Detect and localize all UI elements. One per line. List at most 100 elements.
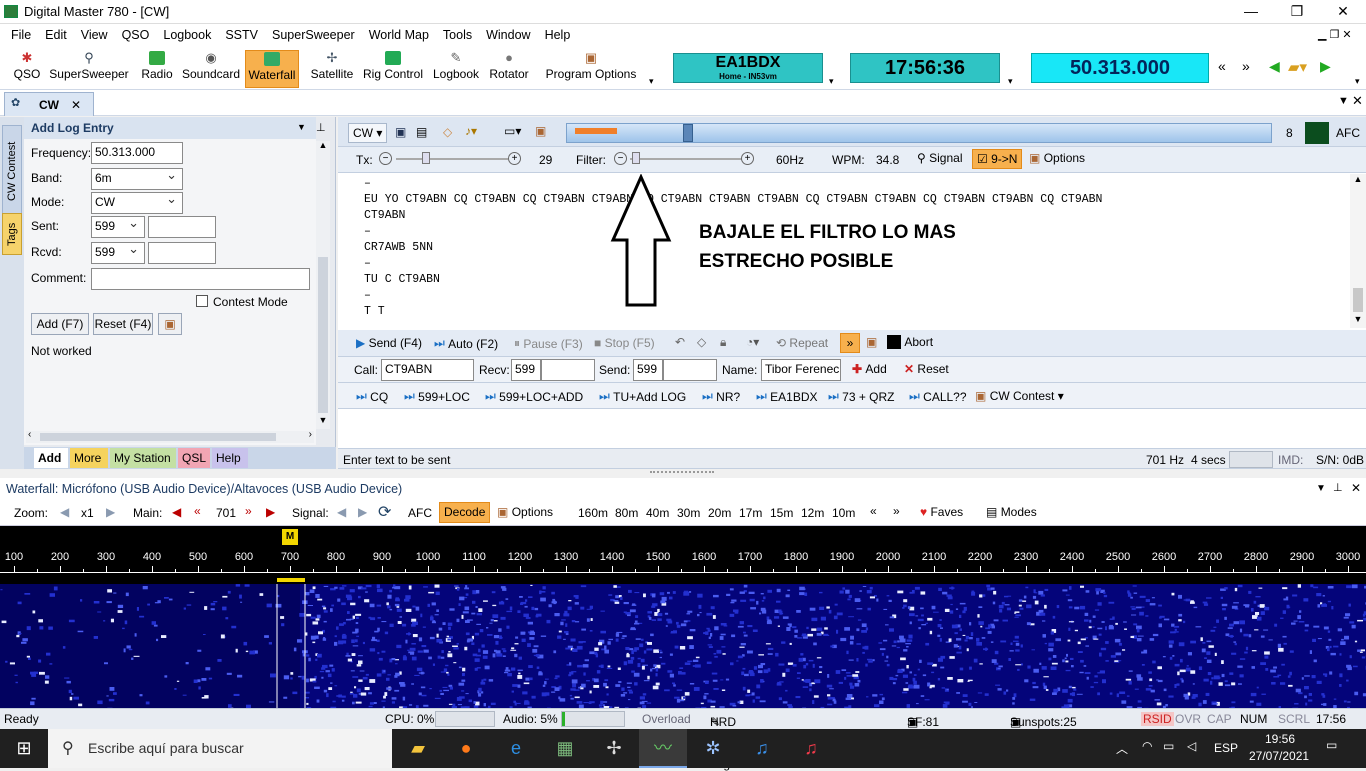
bell-icon[interactable]: ♪▾ xyxy=(465,124,477,138)
sync-icon[interactable]: ⟳ xyxy=(378,502,391,522)
panel-dropdown-icon[interactable]: ▼ xyxy=(297,122,306,132)
toolbar-end-overflow-icon[interactable]: ▾ xyxy=(1355,76,1360,87)
minimize-button[interactable]: — xyxy=(1228,0,1274,24)
menu-world-map[interactable]: World Map xyxy=(362,24,436,46)
filter-minus-icon[interactable]: − xyxy=(614,152,627,165)
rig-control-button[interactable]: Rig Control xyxy=(361,50,425,88)
itunes-icon[interactable]: ♫ xyxy=(787,729,835,768)
band-12m[interactable]: 12m xyxy=(801,506,824,520)
freq-next-icon[interactable]: ▶ xyxy=(1320,58,1331,75)
macro-cq[interactable]: ⏭ CQ xyxy=(356,389,388,404)
tx-plus-icon[interactable]: + xyxy=(508,152,521,165)
tx-slider[interactable] xyxy=(396,158,508,160)
compass-app-icon[interactable]: ✲ xyxy=(689,729,737,768)
rx-vertical-scrollbar[interactable]: ▲ ▼ xyxy=(1350,174,1366,328)
band-80m[interactable]: 80m xyxy=(615,506,638,520)
band-select[interactable]: 6m xyxy=(91,168,183,190)
log-vertical-scrollbar[interactable]: ▲ ▼ xyxy=(316,141,330,429)
volume-icon[interactable]: ◁ xyxy=(1187,739,1196,753)
zoom-out-icon[interactable]: ◀ xyxy=(60,505,69,519)
folder-icon[interactable]: ▰▾ xyxy=(1288,58,1307,76)
band-next-icon[interactable]: » xyxy=(893,504,900,518)
reset-call-button[interactable]: ✕ Reset xyxy=(904,362,949,376)
radio-button[interactable]: Radio xyxy=(139,50,175,88)
eraser-icon[interactable]: ◇ xyxy=(443,125,452,139)
rcvd-rst-select[interactable]: 599 xyxy=(91,242,145,264)
band-10m[interactable]: 10m xyxy=(832,506,855,520)
nine-to-n-button[interactable]: ☑ 9->N xyxy=(972,149,1022,169)
band-30m[interactable]: 30m xyxy=(677,506,700,520)
macro-call[interactable]: ⏭ CALL?? xyxy=(909,389,967,404)
pin-icon[interactable]: ⊥ xyxy=(316,121,326,134)
signal-right-icon[interactable]: ▶ xyxy=(358,505,367,519)
tab-qsl[interactable]: QSL xyxy=(178,448,210,468)
frequency-scale[interactable]: M 10020030040050060070080090010001100120… xyxy=(0,526,1366,584)
wf-close-icon[interactable]: ✕ xyxy=(1351,481,1361,495)
tab-help[interactable]: Help xyxy=(212,448,248,468)
tab-my-station[interactable]: My Station xyxy=(110,448,176,468)
macro-73-qrz[interactable]: ⏭ 73 + QRZ xyxy=(828,389,895,404)
menu-qso[interactable]: QSO xyxy=(115,24,157,46)
window-layout-icon[interactable]: ▭▾ xyxy=(504,124,521,138)
marker-m[interactable]: M xyxy=(282,529,298,545)
wf-options-button[interactable]: ▣ Options xyxy=(497,505,553,519)
rsid-status[interactable]: RSID xyxy=(1141,712,1174,726)
recv-extra-field[interactable] xyxy=(541,359,595,381)
menu-view[interactable]: View xyxy=(74,24,115,46)
repeat-button[interactable]: ⟲ Repeat xyxy=(776,336,828,350)
digital-master-app-icon[interactable]: 〰 xyxy=(639,729,687,768)
band-40m[interactable]: 40m xyxy=(646,506,669,520)
freq-prev-icon[interactable]: ◀ xyxy=(1269,58,1280,75)
send-extra-field[interactable] xyxy=(663,359,717,381)
faves-button[interactable]: ♥ Faves xyxy=(920,505,963,519)
contest-mode-checkbox[interactable] xyxy=(196,295,208,307)
sent-extra-field[interactable] xyxy=(148,216,216,238)
main-step-left-icon[interactable]: ◀ xyxy=(172,505,181,519)
macro-ea1bdx[interactable]: ⏭ EA1BDX xyxy=(756,389,818,404)
zoom-in-icon[interactable]: ▶ xyxy=(106,505,115,519)
menu-window[interactable]: Window xyxy=(479,24,537,46)
add-call-button[interactable]: ✚ Add xyxy=(852,362,887,376)
logbook-button[interactable]: ✎Logbook xyxy=(430,50,482,88)
cw-contest-dropdown[interactable]: ▣ CW Contest ▾ xyxy=(975,389,1064,403)
satellite-button[interactable]: ✢Satellite xyxy=(309,50,355,88)
frequency-field[interactable]: 50.313.000 xyxy=(91,142,183,164)
abort-button[interactable]: Abort xyxy=(887,335,933,349)
mdi-controls[interactable]: ▁ ❐ ✕ xyxy=(1318,28,1352,41)
side-tab-cw-contest[interactable]: CW Contest xyxy=(2,125,22,217)
network-icon[interactable]: ◠ xyxy=(1142,739,1152,753)
music-app-icon[interactable]: ♫ xyxy=(738,729,786,768)
tab-list-icon[interactable]: ▼ xyxy=(1338,95,1349,107)
add-log-button[interactable]: Add (F7) xyxy=(31,313,89,335)
decode-button[interactable]: Decode xyxy=(439,502,490,523)
rcvd-extra-field[interactable] xyxy=(148,242,216,264)
mode-select[interactable]: CW xyxy=(91,192,183,214)
forward-icon[interactable]: » xyxy=(840,333,860,353)
satellite-app-icon[interactable]: ✢ xyxy=(590,729,638,768)
close-button[interactable]: ✕ xyxy=(1320,0,1366,24)
recv-field[interactable]: 599 xyxy=(511,359,541,381)
notifications-icon[interactable]: ▭ xyxy=(1326,738,1337,752)
clock-overflow-icon[interactable]: ▾ xyxy=(1008,76,1013,87)
callsign-overflow-icon[interactable]: ▾ xyxy=(829,76,834,87)
wf-afc-button[interactable]: AFC xyxy=(408,506,432,520)
lock-icon[interactable]: 🔒︎ xyxy=(720,335,726,350)
cw-options-button[interactable]: ▣ Options xyxy=(1029,151,1085,165)
afc-label[interactable]: AFC xyxy=(1336,126,1360,140)
comment-field[interactable] xyxy=(91,268,310,290)
band-20m[interactable]: 20m xyxy=(708,506,731,520)
maximize-button[interactable]: ❐ xyxy=(1274,0,1320,24)
clear-icon[interactable]: ◇ xyxy=(697,335,706,349)
freq-forward-icon[interactable]: » xyxy=(1242,58,1250,74)
waterfall-display[interactable] xyxy=(0,584,1366,708)
battery-icon[interactable]: ▭ xyxy=(1163,739,1174,753)
band-15m[interactable]: 15m xyxy=(770,506,793,520)
save-icon[interactable]: ▣ xyxy=(395,125,406,139)
freq-back-icon[interactable]: « xyxy=(1218,58,1226,74)
band-prev-icon[interactable]: « xyxy=(870,504,877,518)
rig-control-app-icon[interactable]: ▦ xyxy=(541,729,589,768)
macro-tu-add-log[interactable]: ⏭ TU+Add LOG xyxy=(599,389,686,404)
splitter-handle[interactable] xyxy=(650,471,714,475)
tab-cw[interactable]: ✿ CW ✕ xyxy=(4,92,94,116)
log-options-button[interactable]: ▣ xyxy=(158,313,182,335)
